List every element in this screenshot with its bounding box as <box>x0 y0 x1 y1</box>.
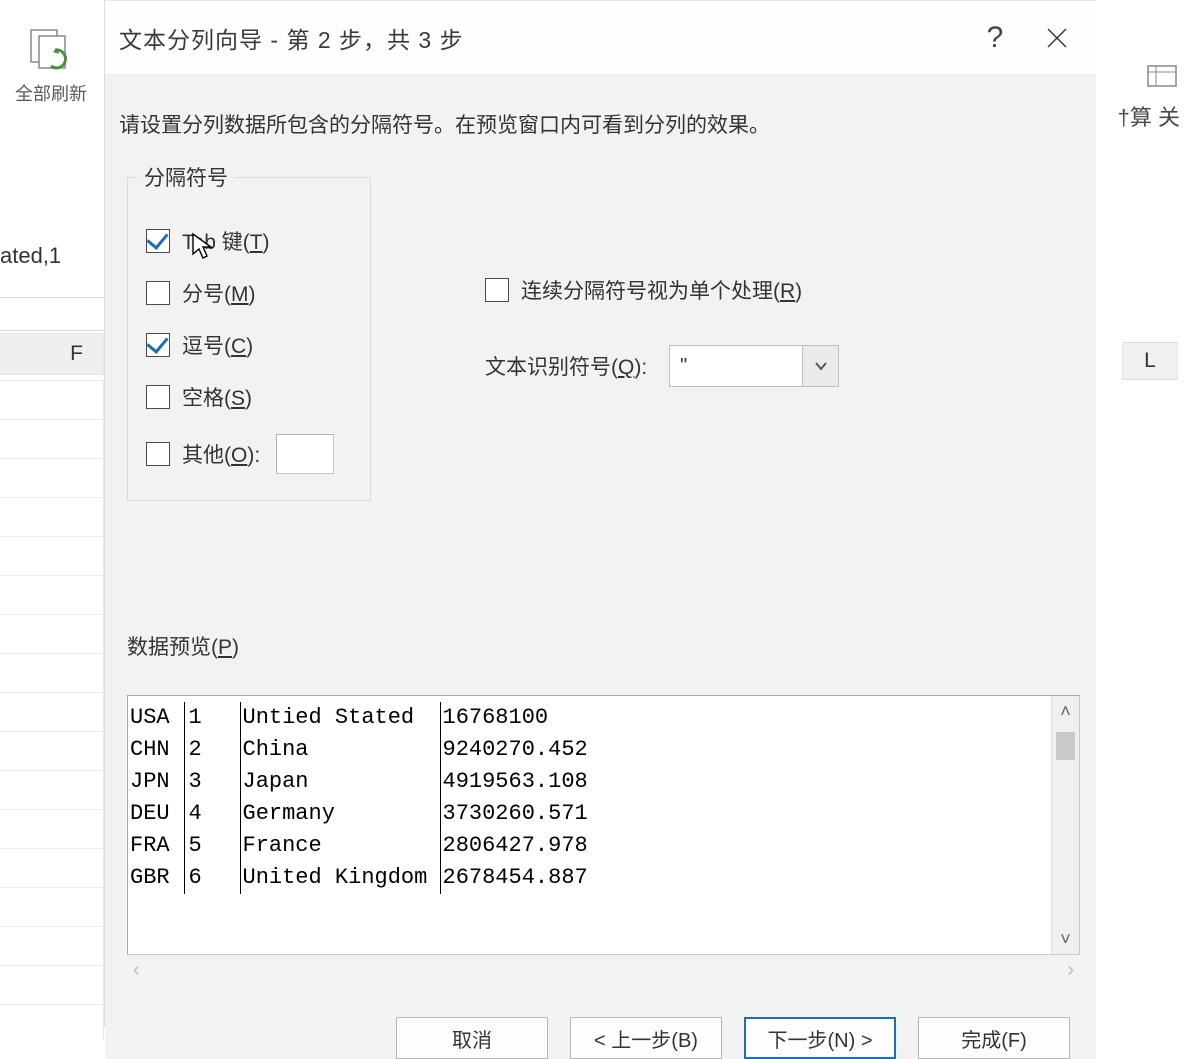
delimiter-tab-label: Tab 键(T) <box>182 226 270 256</box>
ribbon-right-fragment <box>1142 55 1184 97</box>
dialog-title: 文本分列向导 - 第 2 步，共 3 步 <box>117 21 964 55</box>
text-qualifier-combo[interactable]: " <box>669 345 839 387</box>
text-qualifier-label: 文本识别符号(Q): <box>485 351 647 381</box>
delimiter-other-label: 其他(O): <box>182 439 260 469</box>
table-cell: JPN <box>130 766 184 798</box>
table-cell: Japan <box>240 766 440 798</box>
chevron-down-icon <box>814 359 828 373</box>
table-row: GBR6United Kingdom2678454.887 <box>130 862 598 894</box>
text-qualifier-row: 文本识别符号(Q): " <box>485 345 839 387</box>
scroll-right-arrow[interactable]: › <box>1067 959 1074 982</box>
dialog-instructions: 请设置分列数据所包含的分隔符号。在预览窗口内可看到分列的效果。 <box>119 109 1088 139</box>
data-preview-table: USA1Untied Stated16768100CHN2China924027… <box>130 702 598 894</box>
text-qualifier-value: " <box>670 355 802 378</box>
close-button[interactable] <box>1026 8 1088 68</box>
delimiters-legend: 分隔符号 <box>138 162 234 192</box>
preview-horizontal-scrollbar[interactable]: ‹ › <box>127 955 1080 985</box>
formula-bar-border <box>0 297 104 331</box>
treat-consecutive-row[interactable]: 连续分隔符号视为单个处理(R) <box>485 275 839 305</box>
delimiters-group: 分隔符号 Tab 键(T) 分号(M) 逗号(C) <box>127 177 371 501</box>
table-row: JPN3Japan4919563.108 <box>130 766 598 798</box>
delimiter-semicolon-checkbox[interactable] <box>146 281 170 305</box>
close-icon <box>1045 26 1069 50</box>
table-cell: France <box>240 830 440 862</box>
table-cell: 3730260.571 <box>440 798 598 830</box>
treat-consecutive-checkbox[interactable] <box>485 278 509 302</box>
table-cell: 6 <box>184 862 240 894</box>
wizard-button-row: 取消 < 上一步(B) 下一步(N) > 完成(F) <box>119 985 1088 1059</box>
table-cell: 2 <box>184 734 240 766</box>
delimiter-other-input[interactable] <box>276 434 334 474</box>
table-cell: 1 <box>184 702 240 734</box>
column-header-F[interactable]: F <box>0 333 104 375</box>
data-preview-content: USA1Untied Stated16768100CHN2China924027… <box>128 696 1051 954</box>
table-cell: DEU <box>130 798 184 830</box>
table-cell: 4919563.108 <box>440 766 598 798</box>
table-cell: 2806427.978 <box>440 830 598 862</box>
delimiter-space-label: 空格(S) <box>182 382 252 412</box>
table-cell: FRA <box>130 830 184 862</box>
scroll-down-arrow[interactable]: ˅ <box>1052 926 1079 952</box>
help-button[interactable]: ? <box>964 8 1026 68</box>
preview-vertical-scrollbar[interactable]: ˄ ˅ <box>1051 696 1079 954</box>
delimiter-other-checkbox[interactable] <box>146 442 170 466</box>
delimiter-tab-checkbox[interactable] <box>146 229 170 253</box>
finish-button[interactable]: 完成(F) <box>918 1017 1070 1059</box>
delimiter-space-checkbox[interactable] <box>146 385 170 409</box>
delimiter-comma-checkbox[interactable] <box>146 333 170 357</box>
delimiter-space-row[interactable]: 空格(S) <box>146 382 352 412</box>
table-cell: Untied Stated <box>240 702 440 734</box>
back-button[interactable]: < 上一步(B) <box>570 1017 722 1059</box>
table-cell: 5 <box>184 830 240 862</box>
table-cell: CHN <box>130 734 184 766</box>
cancel-button[interactable]: 取消 <box>396 1017 548 1059</box>
table-cell: 2678454.887 <box>440 862 598 894</box>
delimiter-comma-label: 逗号(C) <box>182 330 253 360</box>
table-cell: 4 <box>184 798 240 830</box>
delimiter-tab-row[interactable]: Tab 键(T) <box>146 226 352 256</box>
treat-consecutive-label: 连续分隔符号视为单个处理(R) <box>521 275 802 305</box>
ribbon-refresh-all[interactable]: 全部刷新 <box>6 28 96 106</box>
column-header-L[interactable]: L <box>1122 342 1178 380</box>
next-button[interactable]: 下一步(N) > <box>744 1017 896 1059</box>
data-preview-panel: USA1Untied Stated16768100CHN2China924027… <box>127 695 1080 955</box>
table-cell: Germany <box>240 798 440 830</box>
data-preview-label: 数据预览(P) <box>127 631 1088 661</box>
delimiter-comma-row[interactable]: 逗号(C) <box>146 330 352 360</box>
table-row: FRA5France2806427.978 <box>130 830 598 862</box>
table-cell: China <box>240 734 440 766</box>
scroll-left-arrow[interactable]: ‹ <box>133 959 140 982</box>
ribbon-right-labels: †算 关 <box>1114 100 1184 132</box>
table-cell: United Kingdom <box>240 862 440 894</box>
scroll-thumb[interactable] <box>1056 732 1075 760</box>
dialog-titlebar: 文本分列向导 - 第 2 步，共 3 步 ? <box>105 1 1096 75</box>
table-cell: USA <box>130 702 184 734</box>
formula-bar-partial-text: ated,1 <box>0 243 61 269</box>
ribbon-refresh-label: 全部刷新 <box>6 80 96 106</box>
sheet-gridlines <box>0 380 104 1040</box>
delimiter-semicolon-label: 分号(M) <box>182 278 256 308</box>
table-cell: 16768100 <box>440 702 598 734</box>
table-cell: 3 <box>184 766 240 798</box>
table-row: CHN2China9240270.452 <box>130 734 598 766</box>
table-cell: 9240270.452 <box>440 734 598 766</box>
table-cell: GBR <box>130 862 184 894</box>
text-to-columns-wizard-dialog: 文本分列向导 - 第 2 步，共 3 步 ? 请设置分列数据所包含的分隔符号。在… <box>104 0 1096 1026</box>
text-qualifier-dropdown-button[interactable] <box>802 346 838 386</box>
refresh-pages-icon <box>27 28 75 74</box>
table-row: USA1Untied Stated16768100 <box>130 702 598 734</box>
delimiter-other-row[interactable]: 其他(O): <box>146 434 352 474</box>
table-row: DEU4Germany3730260.571 <box>130 798 598 830</box>
delimiter-semicolon-row[interactable]: 分号(M) <box>146 278 352 308</box>
scroll-up-arrow[interactable]: ˄ <box>1052 698 1079 724</box>
